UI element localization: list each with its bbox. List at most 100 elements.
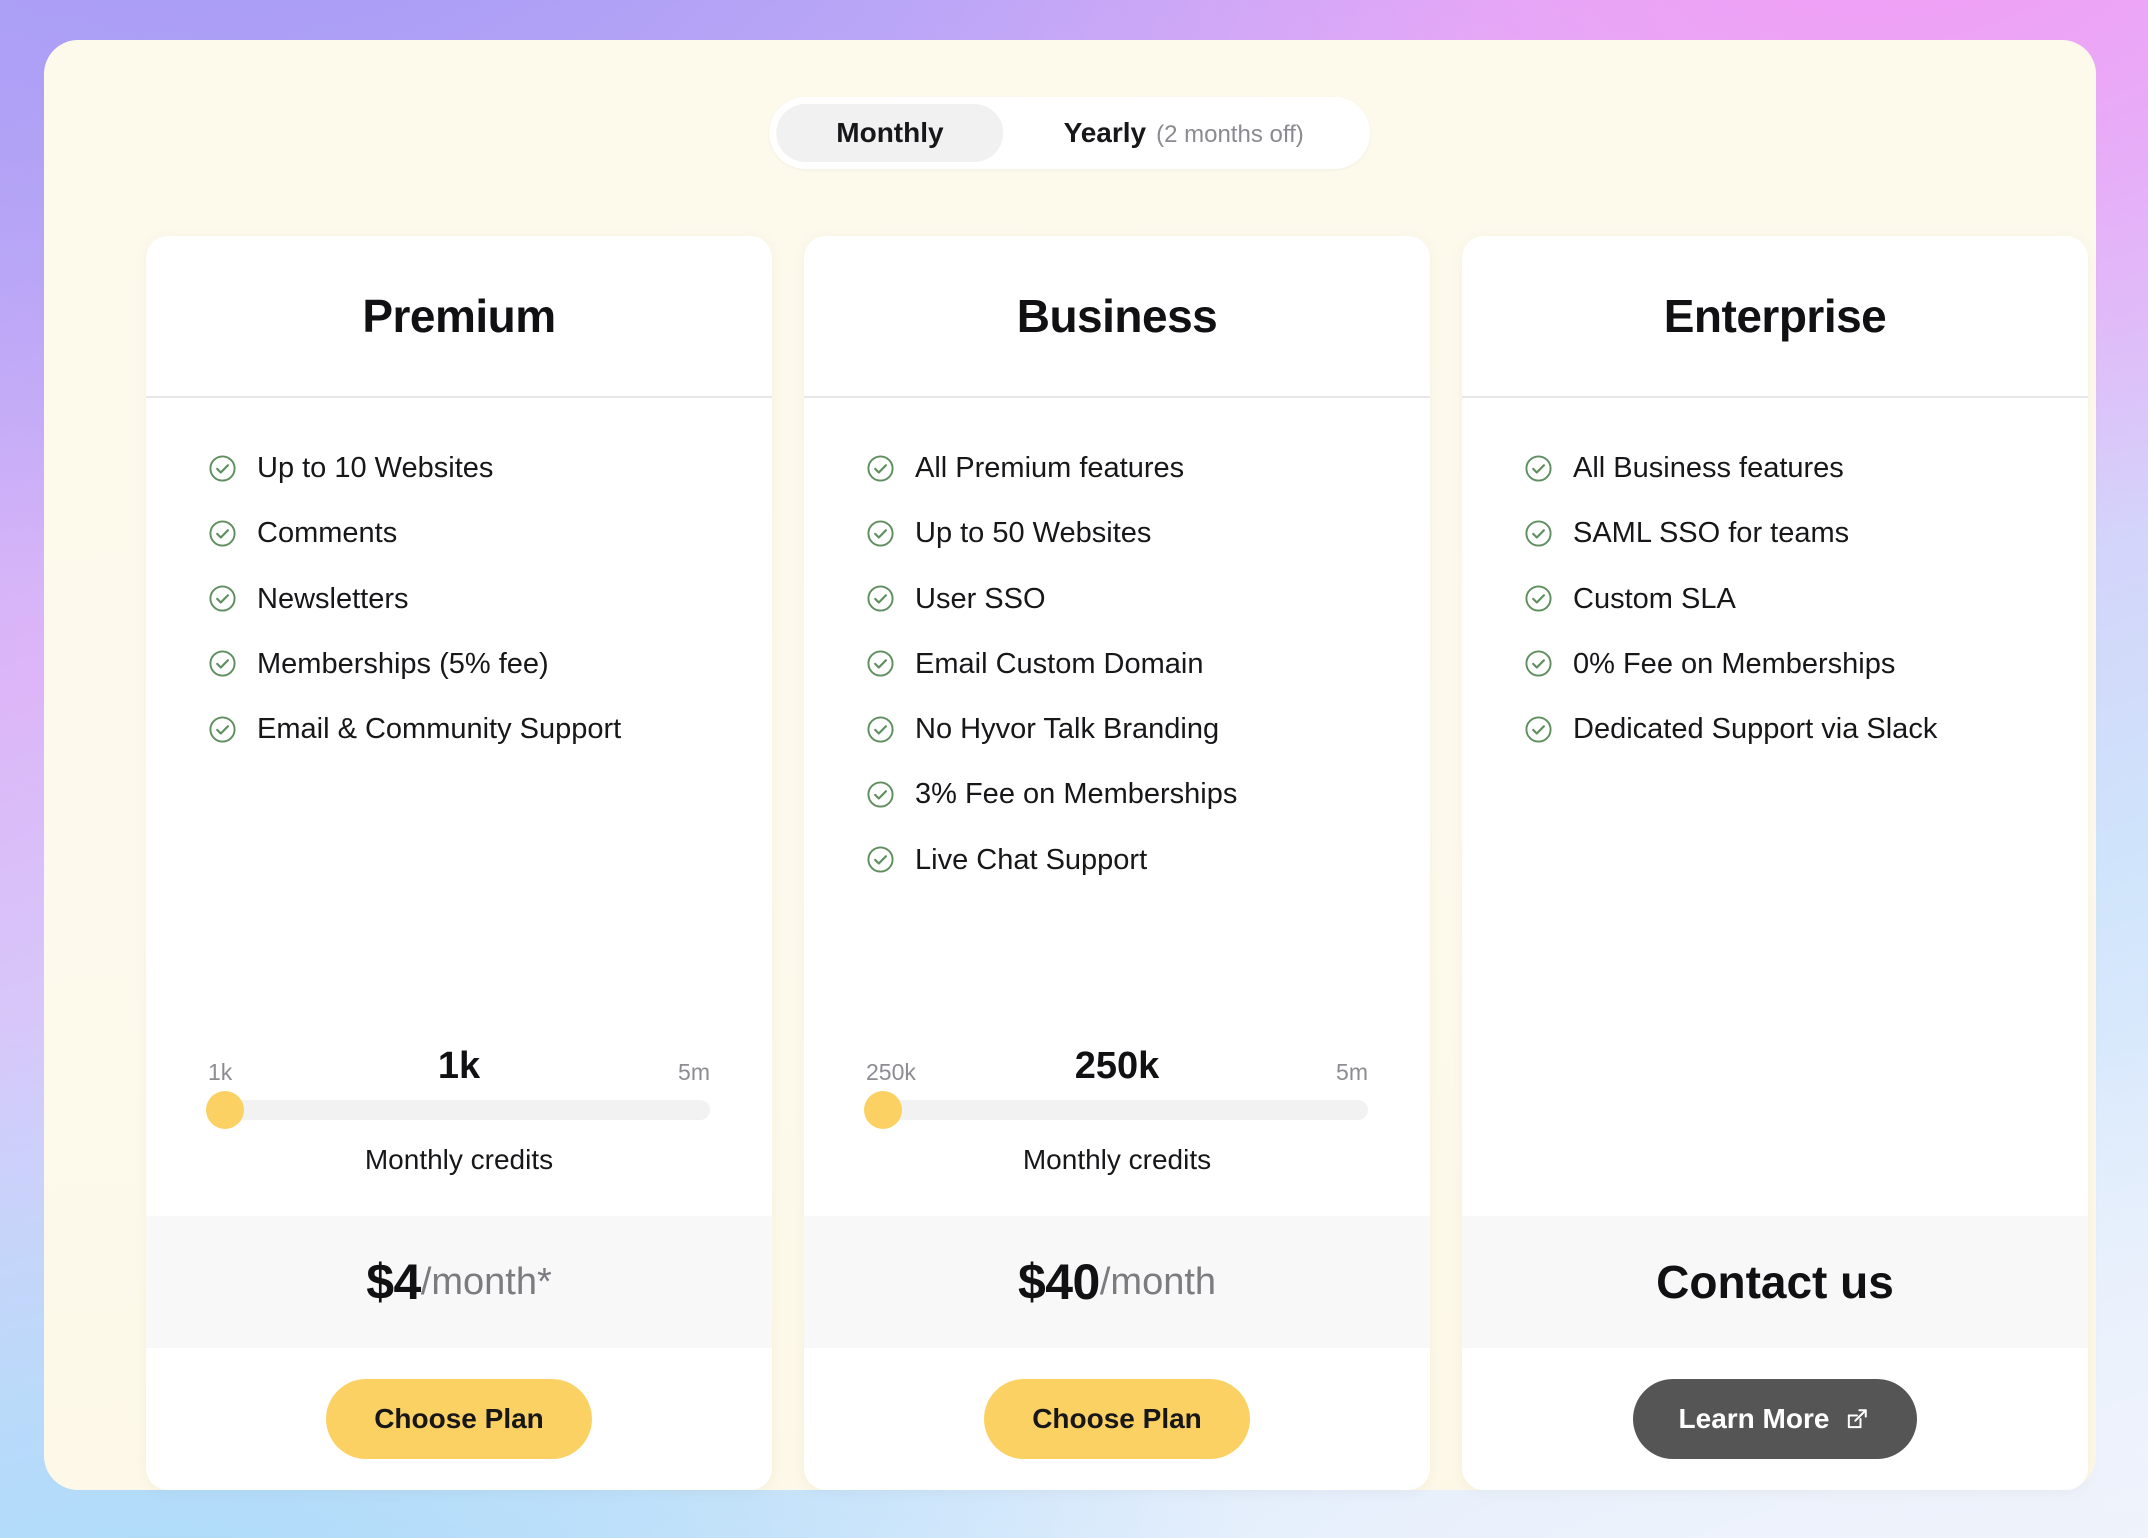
learn-more-button-label: Learn More bbox=[1678, 1403, 1830, 1434]
feature-item: No Hyvor Talk Branding bbox=[866, 711, 1368, 747]
feature-list-business: All Premium features Up to 50 Websites U… bbox=[804, 398, 1430, 878]
check-circle-icon bbox=[209, 650, 236, 677]
check-circle-icon bbox=[209, 716, 236, 743]
plan-card-premium: Premium Up to 10 Websites Comments Newsl… bbox=[146, 236, 772, 1490]
feature-label: All Business features bbox=[1573, 452, 1844, 484]
choose-plan-button-business[interactable]: Choose Plan bbox=[984, 1379, 1250, 1459]
billing-option-yearly[interactable]: Yearly (2 months off) bbox=[1004, 104, 1364, 162]
feature-label: 3% Fee on Memberships bbox=[915, 778, 1238, 811]
check-circle-icon bbox=[209, 585, 236, 612]
price-band-business: $40 /month bbox=[804, 1216, 1430, 1348]
check-circle-icon bbox=[867, 716, 894, 743]
slider-current-value: 1k bbox=[437, 1045, 481, 1087]
price-band-premium: $4 /month* bbox=[146, 1216, 772, 1348]
check-circle-icon bbox=[1525, 716, 1552, 743]
check-circle-icon bbox=[1525, 455, 1552, 482]
credits-slider-premium[interactable]: 1k 1k 5m Monthly credits bbox=[146, 1030, 772, 1216]
feature-item: 3% Fee on Memberships bbox=[866, 776, 1368, 812]
external-link-icon bbox=[1848, 1409, 1868, 1429]
price-period: /month bbox=[1099, 1260, 1217, 1303]
cta-band-premium: Choose Plan bbox=[146, 1348, 772, 1490]
slider-min-label: 1k bbox=[208, 1059, 233, 1085]
pricing-page: Monthly Yearly (2 months off) Premium Up… bbox=[0, 0, 2148, 1538]
choose-plan-button-label: Choose Plan bbox=[1032, 1403, 1202, 1434]
feature-list-enterprise: All Business features SAML SSO for teams bbox=[1462, 398, 2088, 747]
slider-track[interactable] bbox=[864, 1091, 1368, 1129]
feature-label: Dedicated Support via Slack bbox=[1573, 713, 1938, 745]
feature-label: Custom SLA bbox=[1573, 582, 1736, 615]
feature-item: Up to 10 Websites bbox=[208, 450, 710, 486]
feature-item: Email & Community Support bbox=[208, 711, 710, 747]
slider-max-label: 5m bbox=[1336, 1059, 1368, 1085]
feature-label: Up to 50 Websites bbox=[915, 517, 1152, 550]
billing-option-monthly-label: Monthly bbox=[836, 117, 944, 148]
feature-label: Email & Community Support bbox=[257, 713, 622, 745]
check-circle-icon bbox=[1525, 520, 1552, 547]
price-contact-label: Contact us bbox=[1656, 1256, 1894, 1308]
plan-card-business: Business All Premium features Up to 50 W… bbox=[804, 236, 1430, 1490]
billing-period-toggle[interactable]: Monthly Yearly (2 months off) bbox=[769, 97, 1371, 169]
feature-label: 0% Fee on Memberships bbox=[1573, 647, 1896, 680]
credits-slider-business[interactable]: 250k 250k 5m Monthly credits bbox=[804, 1030, 1430, 1216]
feature-item: Live Chat Support bbox=[866, 842, 1368, 878]
feature-item: Comments bbox=[208, 515, 710, 551]
feature-item: Newsletters bbox=[208, 581, 710, 617]
price-band-enterprise: Contact us bbox=[1462, 1216, 2088, 1348]
slider-min-label: 250k bbox=[866, 1059, 916, 1085]
billing-option-yearly-label: Yearly bbox=[1063, 117, 1147, 148]
slider-current-value: 250k bbox=[1074, 1045, 1160, 1087]
slider-thumb[interactable] bbox=[864, 1091, 902, 1129]
slider-labels: 250k 250k 5m bbox=[866, 1030, 1368, 1087]
feature-label: No Hyvor Talk Branding bbox=[915, 713, 1220, 745]
check-circle-icon bbox=[209, 520, 236, 547]
feature-item: Up to 50 Websites bbox=[866, 515, 1368, 551]
price-amount: $40 bbox=[1017, 1254, 1100, 1310]
slider-labels: 1k 1k 5m bbox=[208, 1030, 710, 1087]
learn-more-button-enterprise[interactable]: Learn More bbox=[1632, 1379, 1918, 1459]
feature-label: SAML SSO for teams bbox=[1573, 517, 1850, 550]
feature-label: Comments bbox=[257, 517, 398, 550]
feature-item: Custom SLA bbox=[1524, 581, 2026, 617]
choose-plan-button-premium[interactable]: Choose Plan bbox=[326, 1379, 592, 1459]
plan-card-business-header: Business bbox=[804, 236, 1430, 398]
price-amount: $4 bbox=[366, 1254, 421, 1310]
plan-card-enterprise: Enterprise All Business features SAML SS… bbox=[1462, 236, 2088, 1490]
feature-item: All Premium features bbox=[866, 450, 1368, 486]
cta-band-enterprise: Learn More bbox=[1462, 1348, 2088, 1490]
plan-card-list: Premium Up to 10 Websites Comments Newsl… bbox=[146, 236, 2090, 1490]
feature-label: Memberships (5% fee) bbox=[257, 647, 549, 680]
check-circle-icon bbox=[867, 585, 894, 612]
slider-track[interactable] bbox=[206, 1091, 710, 1129]
feature-item: User SSO bbox=[866, 581, 1368, 617]
feature-label: Newsletters bbox=[257, 582, 409, 615]
price-period: /month* bbox=[420, 1260, 552, 1303]
billing-option-yearly-note: (2 months off) bbox=[1156, 121, 1304, 148]
slider-thumb[interactable] bbox=[206, 1091, 244, 1129]
plan-card-premium-header: Premium bbox=[146, 236, 772, 398]
check-circle-icon bbox=[867, 846, 894, 873]
check-circle-icon bbox=[867, 650, 894, 677]
check-circle-icon bbox=[1525, 585, 1552, 612]
billing-option-monthly[interactable]: Monthly bbox=[776, 104, 1004, 162]
slider-caption: Monthly credits bbox=[1022, 1144, 1212, 1175]
plan-name-business: Business bbox=[1016, 290, 1218, 342]
plan-name-enterprise: Enterprise bbox=[1663, 290, 1887, 342]
cta-band-business: Choose Plan bbox=[804, 1348, 1430, 1490]
feature-item: Email Custom Domain bbox=[866, 646, 1368, 682]
feature-label: Live Chat Support bbox=[915, 843, 1148, 876]
plan-card-enterprise-header: Enterprise bbox=[1462, 236, 2088, 398]
feature-item: All Business features bbox=[1524, 450, 2026, 486]
feature-label: Up to 10 Websites bbox=[257, 452, 494, 484]
check-circle-icon bbox=[867, 520, 894, 547]
feature-label: All Premium features bbox=[915, 452, 1185, 484]
feature-label: Email Custom Domain bbox=[915, 647, 1204, 680]
feature-list-premium: Up to 10 Websites Comments Newsletters M… bbox=[146, 398, 772, 747]
slider-max-label: 5m bbox=[678, 1059, 710, 1085]
choose-plan-button-label: Choose Plan bbox=[374, 1403, 544, 1434]
feature-label: User SSO bbox=[915, 582, 1046, 615]
feature-item: Dedicated Support via Slack bbox=[1524, 711, 2026, 747]
plan-name-premium: Premium bbox=[362, 290, 556, 342]
